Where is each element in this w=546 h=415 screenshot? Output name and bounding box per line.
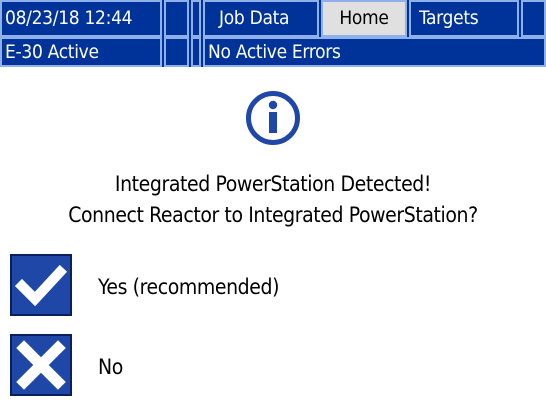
tab-next[interactable] (521, 0, 546, 37)
header-blank-cell (191, 0, 201, 37)
system-status-text: E-30 Active (5, 40, 99, 63)
screen: 08/23/18 12:44 Job Data Home Targets E-3… (0, 0, 546, 415)
yes-option-label[interactable]: Yes (recommended) (98, 277, 279, 298)
x-icon (16, 340, 66, 390)
tab-home-label: Home (339, 7, 389, 29)
tab-targets[interactable]: Targets (409, 0, 519, 37)
tab-targets-label: Targets (419, 7, 479, 29)
error-status-text: No Active Errors (208, 40, 341, 63)
info-icon (246, 91, 300, 145)
status-blank-cell (164, 37, 189, 67)
error-status[interactable]: No Active Errors (203, 37, 546, 67)
no-option-label[interactable]: No (98, 357, 123, 378)
header-blank-cell (164, 0, 189, 37)
datetime-display: 08/23/18 12:44 (0, 0, 162, 37)
tab-job-data[interactable]: Job Data (203, 0, 319, 37)
dialog-message-line2: Connect Reactor to Integrated PowerStati… (68, 203, 478, 227)
system-status: E-30 Active (0, 37, 162, 67)
datetime-text: 08/23/18 12:44 (5, 7, 133, 29)
checkmark-icon (14, 264, 68, 307)
tab-home[interactable]: Home (321, 0, 407, 37)
no-button[interactable] (10, 334, 72, 396)
status-blank-cell (191, 37, 201, 67)
tab-job-data-label: Job Data (219, 7, 290, 29)
dialog-message-line1: Integrated PowerStation Detected! (114, 172, 432, 196)
yes-button[interactable] (10, 254, 72, 316)
status-bar: E-30 Active No Active Errors (0, 37, 546, 67)
top-navigation-bar: 08/23/18 12:44 Job Data Home Targets (0, 0, 546, 37)
